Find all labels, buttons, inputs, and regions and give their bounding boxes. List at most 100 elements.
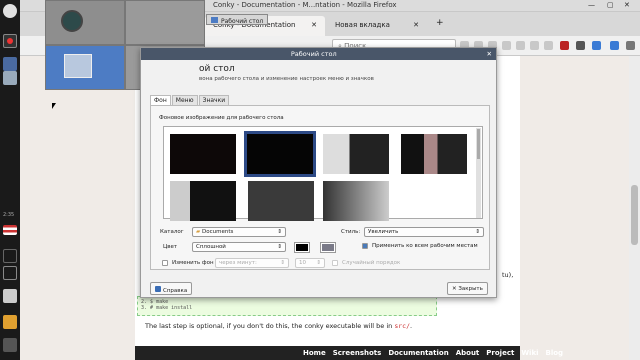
chevron-down-icon: ⇕ [277, 229, 282, 235]
window-title: Conky - Documentation - M...ntation - Mo… [213, 1, 397, 9]
change-bg-checkbox[interactable] [162, 260, 168, 266]
close-window-button[interactable]: ✕ [624, 1, 630, 9]
apply-all-checkbox[interactable] [362, 243, 368, 249]
workspace-3[interactable] [45, 45, 125, 90]
workspace-1[interactable] [45, 0, 125, 45]
speaker-icon[interactable] [3, 266, 17, 280]
paragraph: The last step is optional, if you don't … [145, 322, 413, 330]
wallpaper-thumb[interactable] [170, 181, 236, 221]
tab-icons[interactable]: Значки [198, 95, 230, 105]
wallpaper-thumb[interactable] [323, 181, 389, 221]
adblock-icon[interactable] [560, 41, 569, 50]
desktop-icon [211, 17, 218, 23]
minimize-button[interactable]: — [588, 1, 595, 9]
interval-unit-select[interactable]: через минут: ⇕ [215, 258, 289, 268]
footer-link-blog[interactable]: Blog [546, 349, 564, 357]
firefox-window-thumb-icon [61, 10, 83, 32]
close-tab-icon[interactable]: ✕ [413, 21, 419, 29]
reader-icon[interactable] [530, 41, 539, 50]
footer-link-documentation[interactable]: Documentation [388, 349, 448, 357]
style-label: Стиль: [341, 229, 361, 235]
tab-panel: Фоновое изображение для рабочего стола К… [150, 105, 490, 270]
inline-code: src/ [394, 322, 411, 330]
wallpaper-thumb-selected[interactable] [244, 131, 316, 177]
apply-all-label: Применить ко всем рабочим местам [372, 243, 478, 249]
new-tab-button[interactable]: + [428, 16, 452, 36]
mouse-cursor [52, 103, 60, 109]
color-swatch-primary[interactable] [294, 242, 310, 253]
images-icon[interactable] [3, 289, 17, 303]
color-mode-select[interactable]: Сплошной ⇕ [192, 242, 286, 252]
extension-icon[interactable] [592, 41, 601, 50]
footer-link-screenshots[interactable]: Screenshots [333, 349, 382, 357]
mic-icon[interactable] [3, 249, 17, 263]
scrollbar-thumb[interactable] [631, 185, 638, 245]
terminal-icon[interactable] [3, 338, 17, 352]
close-tab-icon[interactable]: ✕ [311, 21, 317, 29]
tab-new[interactable]: Новая вкладка ✕ [327, 16, 427, 36]
tab-label: Новая вкладка [335, 21, 390, 29]
paragraph-text: The last step is optional, if you don't … [145, 322, 395, 330]
footer-link-project[interactable]: Project [486, 349, 514, 357]
site-footer: Home Screenshots Documentation About Project… [135, 346, 563, 360]
pocket-icon[interactable] [516, 41, 525, 50]
dialog-heading: ой стол [199, 64, 235, 74]
help-label: Справка [163, 288, 188, 294]
chevron-down-icon: ⇕ [316, 260, 321, 266]
dialog-subheading: вона рабочего стола и изменение настроек… [199, 76, 374, 82]
wallpaper-thumb[interactable] [170, 134, 236, 174]
sync-icon[interactable] [544, 41, 553, 50]
gear-icon[interactable] [3, 4, 17, 18]
footer-link-about[interactable]: About [456, 349, 480, 357]
grid-scrollbar-thumb[interactable] [477, 129, 480, 159]
catalog-label: Каталог [160, 229, 184, 235]
home-icon[interactable] [502, 41, 511, 50]
menu-icon[interactable] [626, 41, 635, 50]
color-label: Цвет [163, 244, 178, 250]
code-block: 2. $ make 3. # make install [137, 296, 437, 316]
wallpaper-grid [163, 126, 483, 221]
help-icon [155, 286, 161, 292]
wallpaper-thumb[interactable] [323, 134, 389, 174]
desktop-icon[interactable] [3, 57, 17, 71]
tab-menu[interactable]: Меню [171, 95, 198, 105]
footer-link-wiki[interactable]: Wiki [521, 349, 538, 357]
flag-us-icon[interactable] [3, 225, 17, 235]
close-icon[interactable]: ✕ [487, 50, 492, 58]
dialog-tabs: Фон Меню Значки [150, 95, 230, 105]
dialog-titlebar: Рабочий стол ✕ [141, 48, 496, 60]
code-line: # make install [150, 305, 193, 311]
catalog-select[interactable]: ▰ Documents ⇕ [192, 227, 286, 237]
power-icon[interactable] [3, 34, 17, 48]
interval-unit-value: через минут: [219, 260, 257, 266]
tab-background[interactable]: Фон [150, 95, 171, 105]
translate-icon[interactable] [610, 41, 619, 50]
wallpaper-thumb[interactable] [248, 181, 314, 221]
workspace-tooltip: Рабочий стол [206, 14, 269, 25]
chevron-down-icon: ⇕ [277, 244, 282, 250]
chevron-down-icon: ⇕ [280, 260, 285, 266]
close-button[interactable]: ✕ Закрыть [447, 282, 488, 295]
left-panel: 2:35 [0, 0, 20, 360]
style-select[interactable]: Увеличить ⇕ [364, 227, 484, 237]
clock: 2:35 [3, 212, 15, 218]
chevron-down-icon: ⇕ [475, 229, 480, 235]
color-mode-value: Сплошной [196, 244, 226, 250]
random-order-checkbox[interactable] [332, 260, 338, 266]
folder-icon[interactable] [3, 315, 17, 329]
shield-icon[interactable] [576, 41, 585, 50]
desktop-icon[interactable] [3, 71, 17, 85]
dialog-title: Рабочий стол [290, 50, 337, 58]
desktop-settings-dialog: Рабочий стол ✕ ой стол вона рабочего стола… [140, 47, 497, 298]
maximize-button[interactable]: ▢ [607, 1, 614, 9]
change-bg-label: Изменить фон [172, 260, 214, 266]
tooltip-text: Рабочий стол [221, 18, 264, 25]
desktop-settings-thumb-icon [64, 54, 92, 78]
help-button[interactable]: Справка [150, 282, 193, 295]
workspace-2[interactable] [125, 0, 205, 45]
footer-link-home[interactable]: Home [303, 349, 326, 357]
wallpaper-thumb[interactable] [401, 134, 467, 174]
color-swatch-secondary[interactable] [320, 242, 336, 253]
interval-spinner[interactable]: 10 ⇕ [295, 258, 325, 268]
catalog-value: Documents [201, 229, 234, 235]
